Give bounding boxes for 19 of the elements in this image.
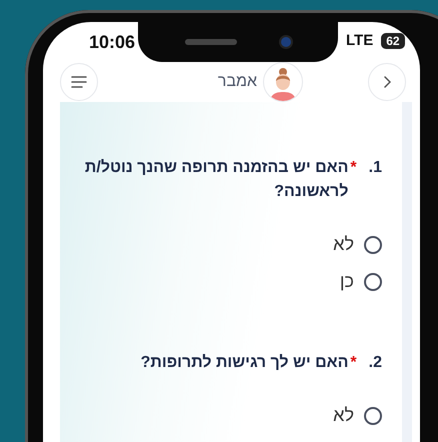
menu-icon: [71, 76, 87, 88]
radio-option[interactable]: לא: [70, 234, 382, 255]
required-mark: *: [350, 158, 357, 178]
radio-option[interactable]: לא: [70, 405, 382, 426]
required-mark: *: [350, 353, 357, 373]
network-label: LTE: [346, 32, 374, 49]
radio-button[interactable]: [364, 406, 382, 424]
question-number: 1.: [368, 158, 382, 178]
radio-option[interactable]: כן: [70, 271, 382, 292]
question-text: האם יש בהזמנה תרופה שהנך נוטל/ת לראשונה?: [84, 158, 348, 202]
question-text: האם יש לך רגישות לתרופות?: [140, 353, 348, 373]
menu-button[interactable]: [60, 63, 98, 101]
user-name: אמבר: [218, 73, 258, 91]
battery-indicator: 62: [381, 32, 405, 48]
question-number: 2.: [368, 353, 382, 373]
status-time: 10:06: [88, 32, 136, 53]
radio-button[interactable]: [364, 236, 382, 254]
radio-button[interactable]: [364, 272, 382, 290]
chevron-right-icon: [383, 76, 391, 88]
